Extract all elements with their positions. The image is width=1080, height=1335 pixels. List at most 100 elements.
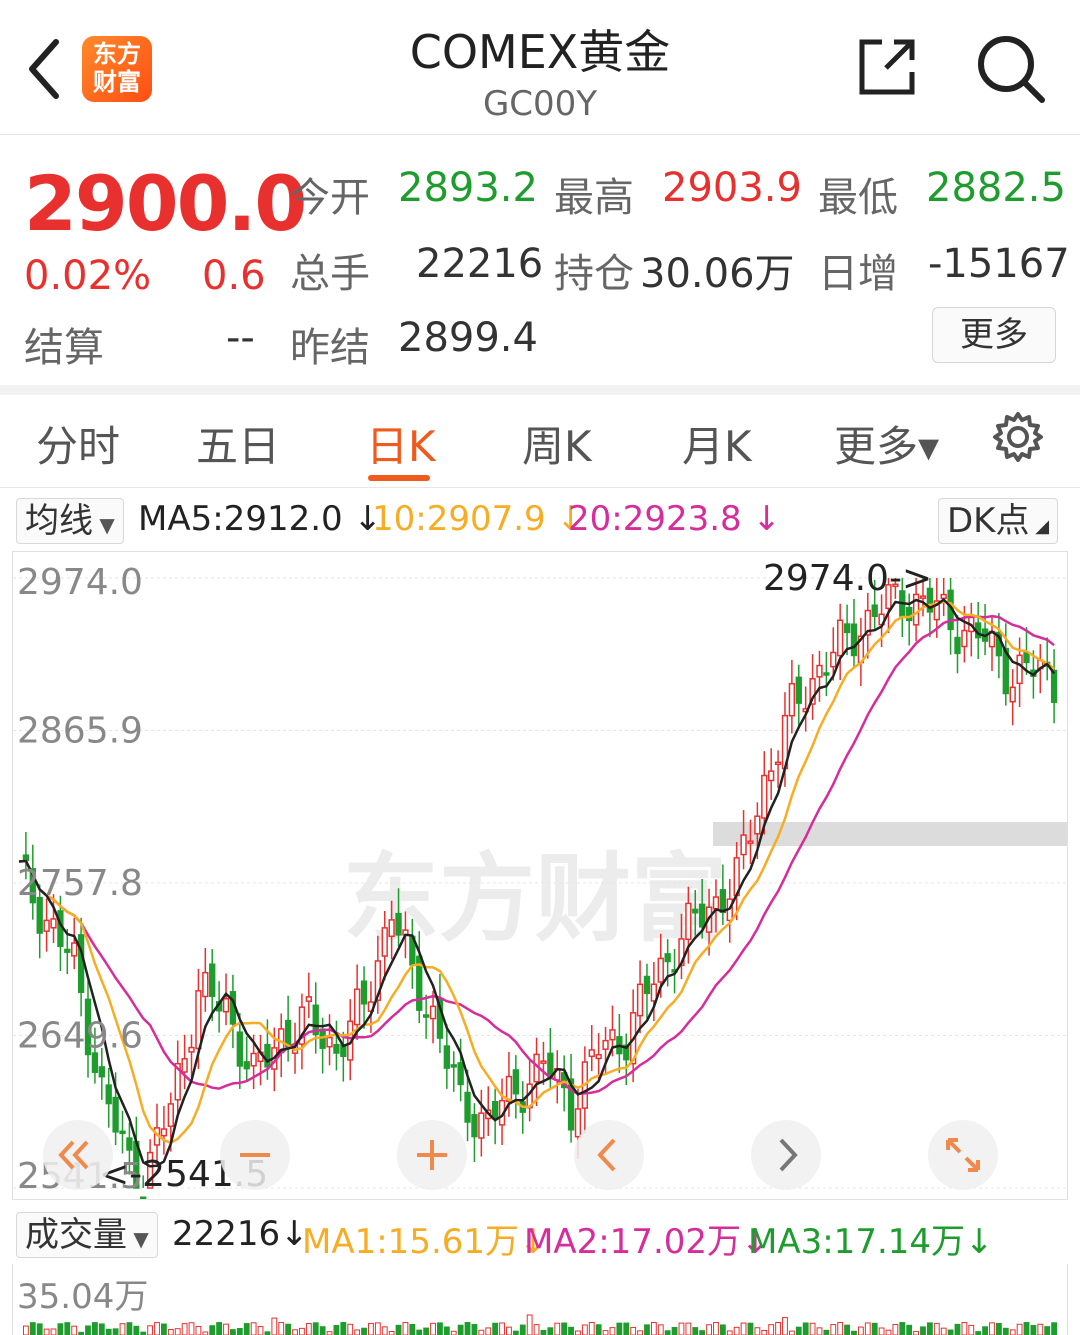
- volume-bar: [1030, 1325, 1037, 1335]
- candle-down: [643, 975, 651, 995]
- volume-bar: [685, 1322, 692, 1335]
- volume-bar: [50, 1328, 57, 1335]
- kline-canvas: 东方财富 2974.02865.92757.82649.62541.5 2974…: [13, 558, 1067, 1199]
- volume-bar: [526, 1314, 533, 1335]
- candle-up: [188, 1046, 195, 1053]
- volume-bar: [581, 1324, 588, 1335]
- volume-bar: [1016, 1323, 1023, 1335]
- candle-up: [788, 682, 796, 717]
- search-icon[interactable]: [974, 32, 1048, 106]
- share-icon[interactable]: [856, 36, 918, 98]
- highlight-band: [713, 822, 1067, 846]
- tab-more[interactable]: 更多▾: [834, 413, 939, 474]
- volume-bar: [926, 1322, 933, 1335]
- volume-bar: [1044, 1326, 1051, 1335]
- candle-up: [181, 1058, 188, 1073]
- volume-bar: [740, 1322, 747, 1335]
- kline-chart[interactable]: 东方财富 2974.02865.92757.82649.62541.5 2974…: [12, 551, 1068, 1200]
- corner-triangle-icon: ◢: [1029, 516, 1050, 537]
- volume-chart[interactable]: 35.04万: [12, 1264, 1068, 1335]
- settings-gear-icon[interactable]: [992, 411, 1044, 463]
- volume-bar: [209, 1325, 216, 1335]
- volume-bar: [892, 1323, 899, 1335]
- volume-bar: [995, 1322, 1002, 1335]
- volume-canvas: 35.04万: [17, 1277, 1058, 1335]
- volume-selector[interactable]: 成交量 ▼: [16, 1212, 158, 1258]
- tab-weekly-k[interactable]: 周K: [522, 413, 592, 474]
- candle-up: [588, 1049, 595, 1058]
- volume-bar: [506, 1326, 512, 1335]
- candle-up: [167, 1103, 174, 1127]
- next-button[interactable]: [751, 1120, 821, 1190]
- volume-bar: [464, 1322, 471, 1335]
- zoom-in-button[interactable]: [397, 1120, 467, 1190]
- volume-bar: [492, 1322, 499, 1335]
- volume-bar: [602, 1330, 609, 1335]
- ma-selector[interactable]: 均线 ▼: [16, 498, 124, 544]
- dropdown-arrow-icon: ▼: [93, 513, 115, 537]
- tab-monthly-k[interactable]: 月K: [682, 413, 752, 474]
- high-label: 最高: [554, 175, 634, 221]
- previous-button[interactable]: [574, 1120, 644, 1190]
- volume-bar: [795, 1326, 802, 1335]
- volume-ma2: MA2:17.02万↓: [524, 1222, 770, 1262]
- settle-label: 结算: [24, 325, 104, 371]
- volume-bar: [450, 1330, 457, 1335]
- candle-up: [595, 1054, 602, 1060]
- minus-icon: [240, 1153, 270, 1157]
- chevron-right-icon: [779, 1138, 798, 1172]
- candle-down: [126, 1137, 133, 1151]
- volume-bar: [271, 1317, 278, 1335]
- volume-bar: [844, 1324, 850, 1335]
- volume-bar: [354, 1329, 361, 1335]
- volume-bar: [940, 1327, 947, 1335]
- candle-up: [830, 651, 837, 668]
- y-tick-label: 2865.9: [17, 710, 143, 751]
- volume-bar: [664, 1330, 671, 1335]
- page-title: COMEX黄金: [409, 25, 671, 79]
- open-value: 2893.2: [398, 165, 538, 211]
- volume-current: 22216↓: [172, 1214, 309, 1254]
- high-value: 2903.9: [662, 165, 802, 211]
- volume-bar: [747, 1322, 754, 1335]
- open-label: 今开: [290, 175, 370, 221]
- fullscreen-button[interactable]: [928, 1120, 998, 1190]
- volume-bar: [968, 1324, 975, 1335]
- instrument-code: GC00Y: [482, 84, 598, 124]
- tab-five-day[interactable]: 五日: [196, 413, 280, 474]
- candle-up: [712, 896, 720, 910]
- more-quote-button[interactable]: 更多: [932, 307, 1056, 363]
- open-interest-label: 持仓: [554, 251, 634, 297]
- candle-down: [692, 908, 699, 914]
- volume-bar: [609, 1327, 616, 1335]
- dk-point-button[interactable]: DK点 ◢: [938, 498, 1059, 544]
- volume-bar: [305, 1322, 312, 1335]
- volume-bar: [920, 1326, 926, 1335]
- zoom-out-button[interactable]: [220, 1120, 290, 1190]
- volume-bar: [437, 1322, 443, 1335]
- volume-bar: [105, 1328, 112, 1335]
- candle-down: [906, 606, 913, 622]
- candle-up: [326, 1036, 333, 1048]
- volume-bar: [588, 1322, 595, 1335]
- period-tabs: 分时 五日 日K 周K 月K 更多▾: [0, 395, 1080, 488]
- prev-settle-label: 昨结: [290, 325, 370, 371]
- quote-panel: 2900.0 0.02% 0.6 结算 -- 今开 2893.2 最高 2903…: [0, 135, 1080, 395]
- rewind-button[interactable]: [43, 1120, 113, 1190]
- candle-down: [22, 854, 30, 862]
- volume-bar: [147, 1325, 154, 1335]
- volume-bar: [671, 1326, 678, 1335]
- tab-intraday[interactable]: 分时: [36, 413, 120, 474]
- volume-bar: [64, 1322, 71, 1335]
- volume-bar: [160, 1323, 167, 1335]
- ma-legend-row: 均线 ▼ MA5:2912.0 ↓ 10:2907.9 ↓ 20:2923.8 …: [0, 495, 1080, 547]
- volume-bar: [657, 1324, 664, 1335]
- candle-down: [105, 1084, 112, 1105]
- y-tick-label: 2649.6: [17, 1016, 143, 1057]
- candle-down: [64, 948, 71, 953]
- tab-daily-k[interactable]: 日K: [366, 413, 436, 474]
- volume-bar: [561, 1322, 568, 1335]
- candle-down: [823, 672, 830, 676]
- candle-down: [719, 889, 727, 914]
- volume-bar: [36, 1323, 43, 1335]
